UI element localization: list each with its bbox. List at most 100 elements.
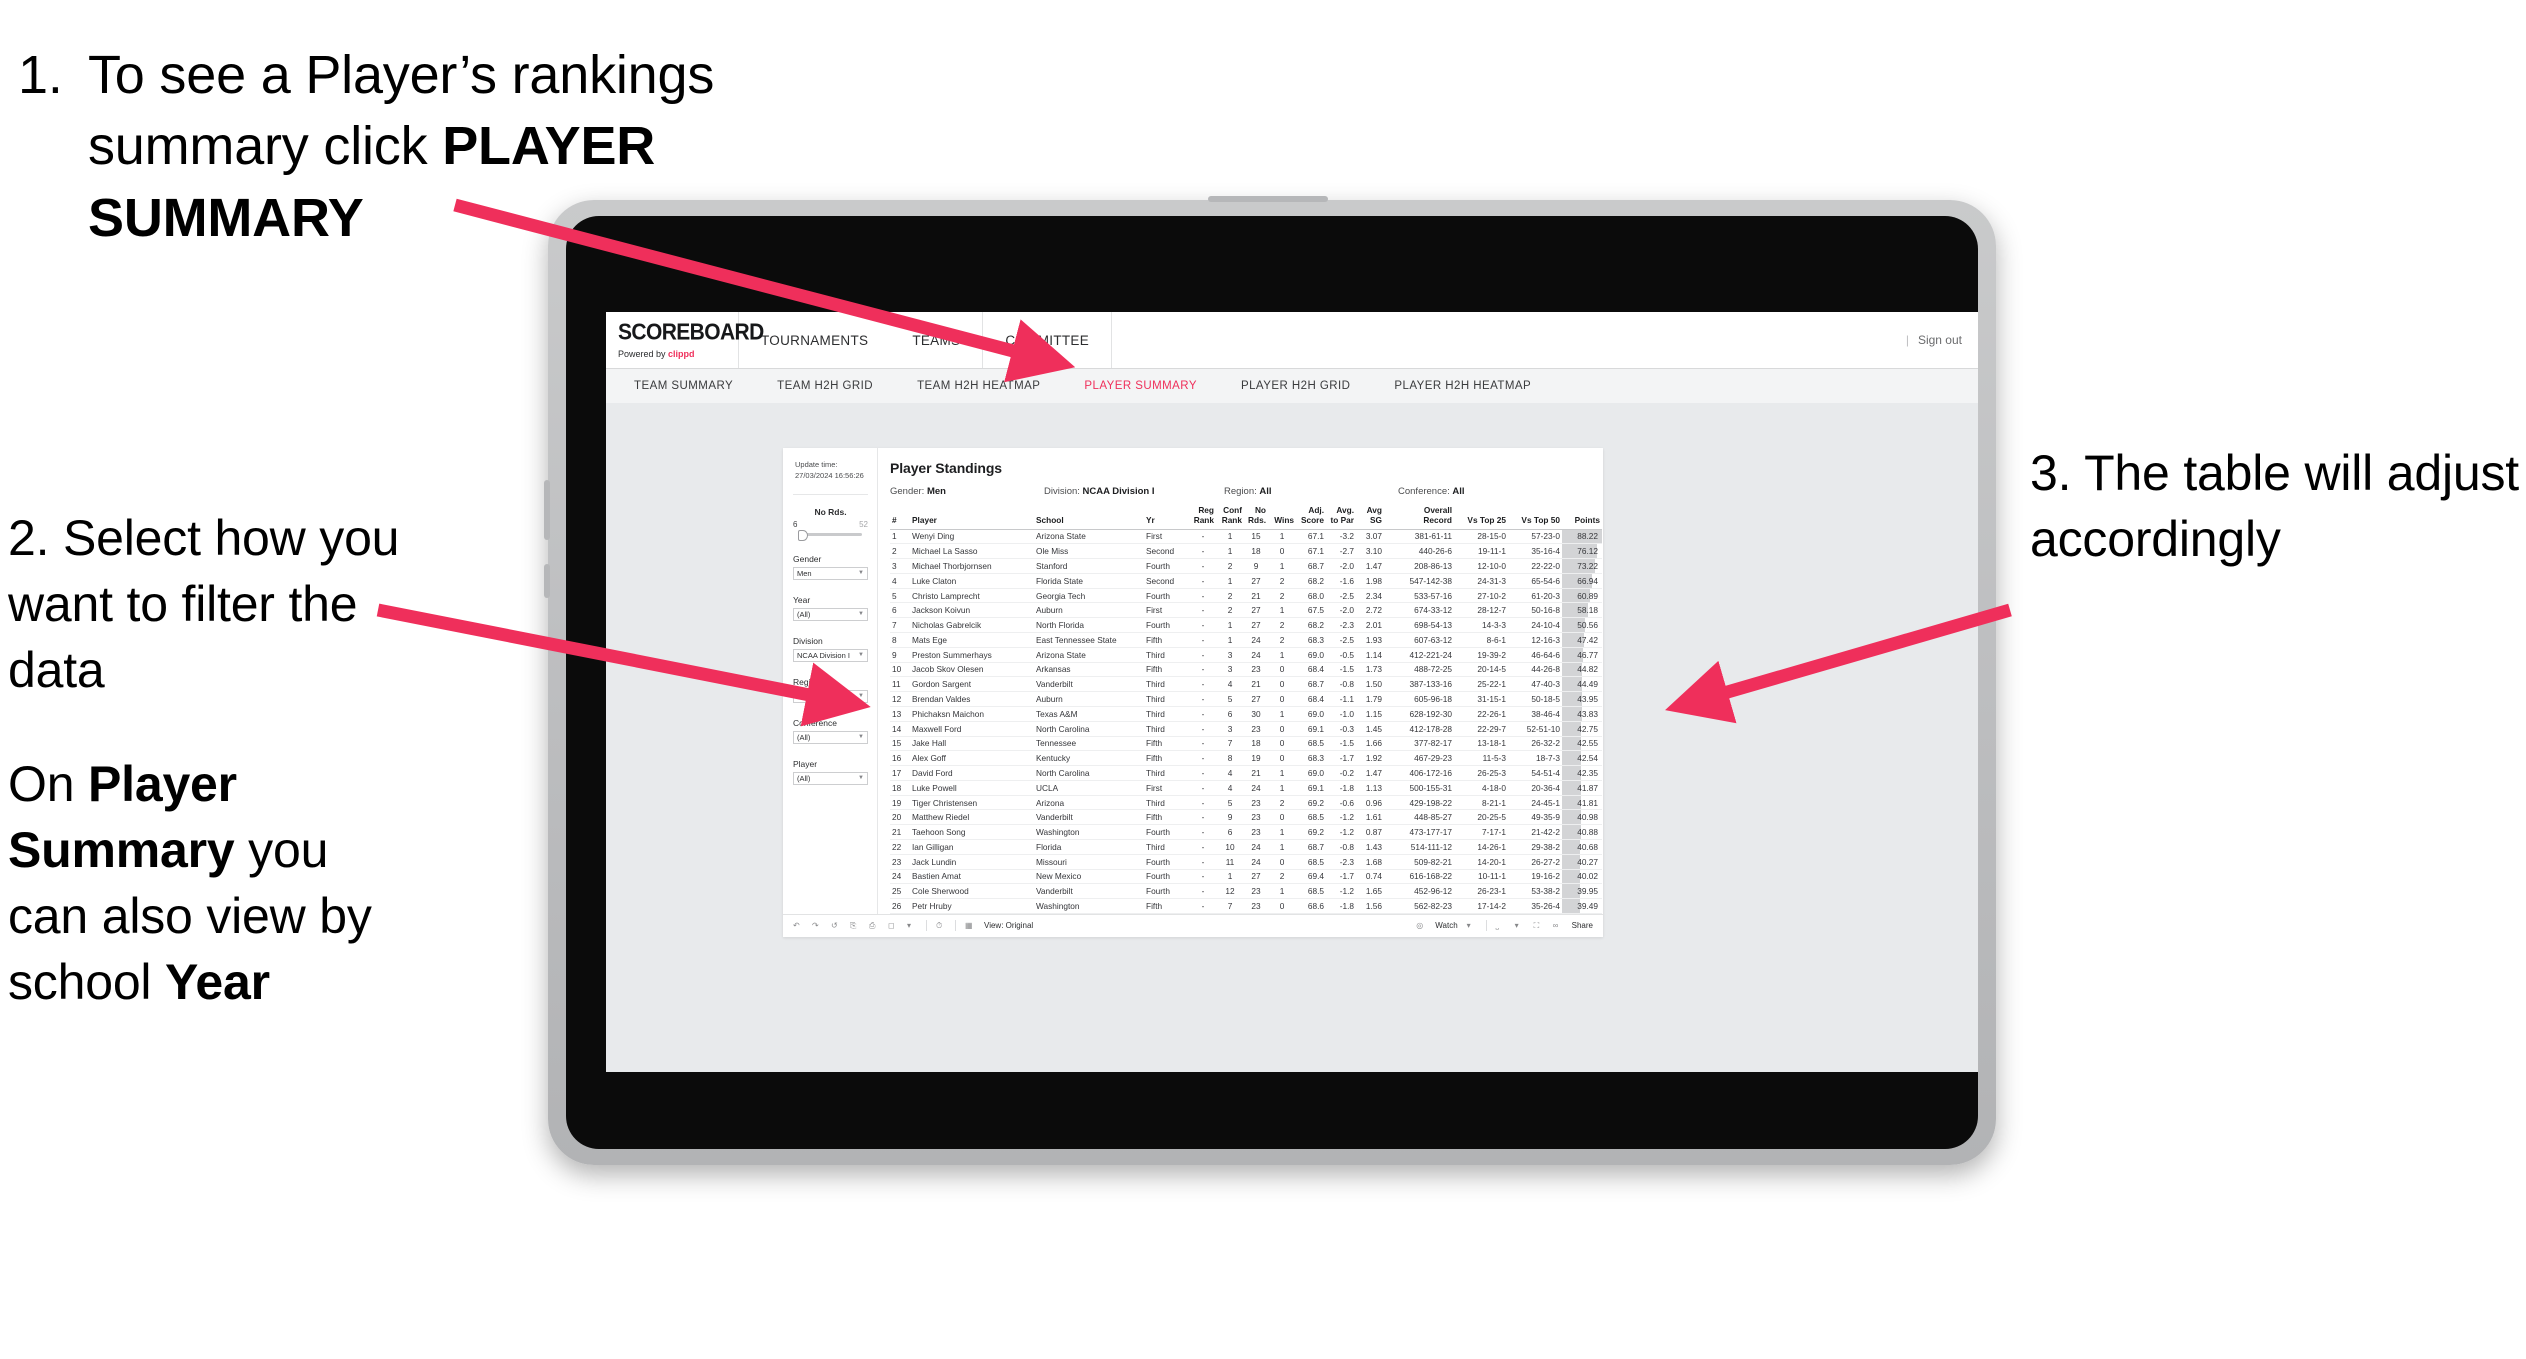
table-row[interactable]: 15 Jake Hall Tennessee Fifth -7 18 0 68.5 -1.5 1.… [890,736,1602,752]
cell-reg-rank: - [1190,883,1216,900]
table-row[interactable]: 9 Preston Summerhays Arizona State Third -3 2… [890,647,1602,663]
col-header-wins[interactable]: Wins [1268,506,1296,530]
col-header-avg-sg[interactable]: Avg SG [1356,505,1384,530]
col-header-adj-score[interactable]: Adj. Score [1296,505,1326,530]
cell-yr: Third [1144,795,1190,811]
col-header-[interactable]: # [890,506,910,530]
download-icon[interactable]: ⎵ [1496,921,1506,931]
cell-adj-score: 67.1 [1296,543,1326,560]
cell-overall-record: 467-29-23 [1384,750,1454,767]
chevron-down-icon: ▼ [858,775,864,782]
col-header-vs-top-25[interactable]: Vs Top 25 [1454,506,1508,530]
tab-player-h2h-heatmap[interactable]: PLAYER H2H HEATMAP [1372,369,1553,403]
table-row[interactable]: 22 Ian Gilligan Florida Third -10 24 1 68.7 -0.8… [890,839,1602,855]
col-header-yr[interactable]: Yr [1144,506,1190,530]
fullscreen-icon[interactable]: ⛶ [1534,921,1544,931]
cell-wins: 0 [1268,691,1296,707]
filter-region-dropdown[interactable]: N/A ▼ [793,689,868,703]
col-header-conf-rank[interactable]: Conf Rank [1216,505,1244,530]
nav-item-teams[interactable]: TEAMS [890,312,982,368]
no-rds-slider-handle[interactable] [797,529,808,541]
points-value: 76.12 [1577,546,1598,557]
watch-label[interactable]: Watch [1435,921,1457,930]
undo-icon[interactable]: ↶ [793,921,803,931]
custom-view-icon[interactable]: ◻ [888,921,898,931]
table-row[interactable]: 13 Phichaksn Maichon Texas A&M Third -6 30 1 69… [890,706,1602,722]
no-rds-slider-track[interactable] [797,529,862,541]
table-row[interactable]: 25 Cole Sherwood Vanderbilt Fourth -12 23 1 68.… [890,883,1602,900]
filter-no-rds-slider[interactable]: No Rds. 6 52 [793,507,868,541]
table-row[interactable]: 21 Taehoon Song Washington Fourth -6 23 1 69.2-… [890,824,1602,840]
table-row[interactable]: 11 Gordon Sargent Vanderbilt Third -4 21 0 68.7… [890,676,1602,693]
view-original-label[interactable]: View: Original [984,921,1033,930]
cell-overall-record: 473-177-17 [1384,824,1454,840]
cell-wins: 0 [1268,809,1296,826]
tab-player-summary[interactable]: PLAYER SUMMARY [1062,369,1219,403]
share-label[interactable]: Share [1572,921,1593,930]
toolbar-history-group: ↶ ↷ ↺ ⎘ ⎙ ◻ ▾ [793,921,917,931]
sign-out-link[interactable]: Sign out [1918,333,1962,347]
cell-points: 44.82 [1562,662,1602,678]
tab-team-h2h-grid[interactable]: TEAM H2H GRID [755,369,895,403]
table-row[interactable]: 26 Petr Hruby Washington Fifth -7 23 0 68.6 -1.8… [890,898,1602,914]
cell-wins: 2 [1268,632,1296,648]
revert-icon[interactable]: ↺ [831,921,841,931]
table-row[interactable]: 1 Wenyi Ding Arizona State First -1 15 1 67.1 -3… [890,529,1602,545]
table-row[interactable]: 18 Luke Powell UCLA First -4 24 1 69.1 -1.8 1.13 5… [890,780,1602,796]
table-row[interactable]: 16 Alex Goff Kentucky Fifth -8 19 0 68.3 -1.7 1.9… [890,750,1602,767]
tab-team-h2h-heatmap[interactable]: TEAM H2H HEATMAP [895,369,1062,403]
filter-year-dropdown[interactable]: (All) ▼ [793,607,868,621]
table-row[interactable]: 7 Nicholas Gabrelcik North Florida Fourth -1… [890,617,1602,634]
table-row[interactable]: 20 Matthew Riedel Vanderbilt Fifth -9 23 0 68.5… [890,809,1602,826]
cell-conf-rank: 7 [1216,736,1244,752]
table-row[interactable]: 14 Maxwell Ford North Carolina Third -3 23 0 69… [890,721,1602,737]
cell-yr: Fourth [1144,617,1190,634]
col-header-player[interactable]: Player [910,506,1034,530]
table-row[interactable]: 4 Luke Claton Florida State Second -1 27 2 68.2… [890,573,1602,589]
redo-icon[interactable]: ↷ [812,921,822,931]
table-row[interactable]: 17 David Ford North Carolina Third -4 21 1 69.0… [890,765,1602,781]
filter-division-dropdown[interactable]: NCAA Division I ▼ [793,648,868,662]
tab-team-summary[interactable]: TEAM SUMMARY [612,369,755,403]
table-row[interactable]: 12 Brendan Valdes Auburn Third -5 27 0 68.4 -1.1… [890,691,1602,707]
col-header-points[interactable]: Points [1562,506,1602,530]
filter-player-dropdown[interactable]: (All) ▼ [793,771,868,785]
alert-icon[interactable]: ⏱ [936,921,946,931]
scoreboard-logo[interactable]: SCOREBOARD Powered by clippd [606,312,764,368]
filter-gender-dropdown[interactable]: Men ▼ [793,566,868,580]
table-row[interactable]: 3 Michael Thorbjornsen Stanford Fourth -2 9 1 6… [890,558,1602,574]
pause-updates-icon[interactable]: ⎙ [869,921,879,931]
refresh-icon[interactable]: ⎘ [850,921,860,931]
table-row[interactable]: 24 Bastien Amat New Mexico Fourth -1 27 2 69.4-… [890,869,1602,885]
col-header-no-rds[interactable]: No Rds. [1244,505,1268,530]
cell-wins: 0 [1268,662,1296,678]
cell-points: 40.27 [1562,854,1602,870]
table-row[interactable]: 5 Christo Lamprecht Georgia Tech Fourth -2 21… [890,588,1602,604]
chevron-down-icon[interactable]: ▾ [907,921,917,931]
col-header-reg-rank[interactable]: Reg Rank [1190,505,1216,530]
table-row[interactable]: 2 Michael La Sasso Ole Miss Second -1 18 0 67.1… [890,543,1602,560]
col-header-school[interactable]: School [1034,506,1144,530]
points-value: 44.82 [1577,664,1598,675]
table-row[interactable]: 8 Mats Ege East Tennessee State Fifth -1 24 2 6… [890,632,1602,648]
table-row[interactable]: 23 Jack Lundin Missouri Fourth -11 24 0 68.5 -2.… [890,854,1602,870]
col-header-avg-to-par[interactable]: Avg. to Par [1326,505,1356,530]
player-standings-table: # Player School Yr Reg Rank Conf Rank No Rds. Wins… [890,505,1602,914]
chevron-down-icon[interactable]: ▾ [1515,921,1525,931]
filter-conference-dropdown[interactable]: (All) ▼ [793,730,868,744]
cell-overall-record: 533-57-16 [1384,588,1454,604]
col-header-vs-top-50[interactable]: Vs Top 50 [1508,506,1562,530]
cell-conf-rank: 4 [1216,780,1244,796]
table-row[interactable]: 10 Jacob Skov Olesen Arkansas Fifth -3 23 0 68.… [890,662,1602,678]
col-header-overall-record[interactable]: Overall Record [1384,505,1454,530]
cell-avg-to-par: -2.0 [1326,558,1356,574]
table-row[interactable]: 19 Tiger Christensen Arizona Third -5 23 2 69.2… [890,795,1602,811]
table-row[interactable]: 6 Jackson Koivun Auburn First -2 27 1 67.5 -2.0 2… [890,602,1602,619]
nav-item-committee[interactable]: COMMITTEE [982,312,1113,368]
cell-yr: First [1144,529,1190,545]
tab-player-h2h-grid[interactable]: PLAYER H2H GRID [1219,369,1372,403]
cell-vs-top-50: 61-20-3 [1508,588,1562,604]
cell-vs-top-50: 26-27-2 [1508,854,1562,870]
chevron-down-icon[interactable]: ▾ [1467,921,1477,931]
cell-overall-record: 616-168-22 [1384,869,1454,885]
